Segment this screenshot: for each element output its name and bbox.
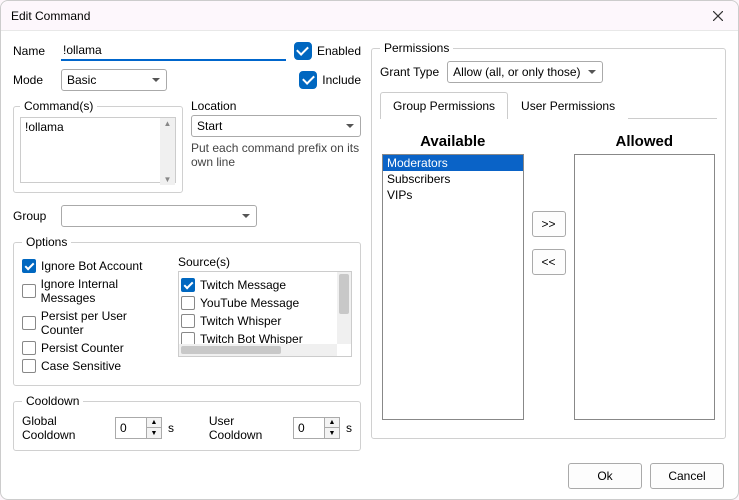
case-sensitive-checkbox[interactable] bbox=[22, 359, 36, 373]
ignore-internal-label: Ignore Internal Messages bbox=[41, 277, 172, 305]
persist-counter-label: Persist Counter bbox=[41, 341, 124, 355]
list-item[interactable]: Subscribers bbox=[383, 171, 523, 187]
persist-user-label: Persist per User Counter bbox=[41, 309, 172, 337]
name-input[interactable] bbox=[61, 41, 286, 61]
ignore-bot-checkbox[interactable] bbox=[22, 259, 36, 273]
source-twitch-msg-checkbox[interactable] bbox=[181, 278, 195, 292]
include-label: Include bbox=[322, 73, 361, 87]
spin-down-icon[interactable]: ▼ bbox=[147, 428, 161, 438]
sources-scrollbar-h[interactable] bbox=[179, 344, 337, 356]
persist-counter-checkbox[interactable] bbox=[22, 341, 36, 355]
available-list[interactable]: Moderators Subscribers VIPs bbox=[382, 154, 524, 420]
persist-user-checkbox[interactable] bbox=[22, 316, 36, 330]
tab-user-permissions[interactable]: User Permissions bbox=[508, 92, 628, 119]
user-cooldown-input[interactable]: ▲▼ bbox=[293, 417, 340, 439]
close-icon[interactable] bbox=[708, 6, 728, 26]
location-label: Location bbox=[191, 99, 361, 113]
allowed-list[interactable] bbox=[574, 154, 716, 420]
move-left-button[interactable]: << bbox=[532, 249, 566, 275]
spin-up-icon[interactable]: ▲ bbox=[325, 418, 339, 428]
spin-up-icon[interactable]: ▲ bbox=[147, 418, 161, 428]
group-select[interactable] bbox=[61, 205, 257, 227]
commands-legend: Command(s) bbox=[20, 99, 97, 113]
commands-scrollbar[interactable]: ▲▼ bbox=[160, 118, 175, 185]
list-item[interactable]: Moderators bbox=[383, 155, 523, 171]
grant-type-label: Grant Type bbox=[380, 65, 439, 79]
location-select[interactable]: Start bbox=[191, 115, 361, 137]
cooldown-legend: Cooldown bbox=[22, 394, 83, 408]
ok-button[interactable]: Ok bbox=[568, 463, 642, 489]
grant-type-select[interactable]: Allow (all, or only those) bbox=[447, 61, 603, 83]
commands-input[interactable] bbox=[20, 117, 176, 183]
case-sensitive-label: Case Sensitive bbox=[41, 359, 121, 373]
user-cooldown-label: User Cooldown bbox=[209, 414, 287, 442]
cancel-button[interactable]: Cancel bbox=[650, 463, 724, 489]
source-youtube-msg-checkbox[interactable] bbox=[181, 296, 195, 310]
global-cooldown-label: Global Cooldown bbox=[22, 414, 109, 442]
include-checkbox[interactable] bbox=[299, 71, 317, 89]
move-right-button[interactable]: >> bbox=[532, 211, 566, 237]
spin-down-icon[interactable]: ▼ bbox=[325, 428, 339, 438]
mode-select[interactable]: Basic bbox=[61, 69, 167, 91]
enabled-label: Enabled bbox=[317, 44, 361, 58]
permissions-legend: Permissions bbox=[380, 41, 453, 55]
name-label: Name bbox=[13, 44, 53, 58]
global-cooldown-input[interactable]: ▲▼ bbox=[115, 417, 162, 439]
list-item[interactable]: VIPs bbox=[383, 187, 523, 203]
tab-group-permissions[interactable]: Group Permissions bbox=[380, 92, 508, 119]
ignore-internal-checkbox[interactable] bbox=[22, 284, 36, 298]
location-hint: Put each command prefix on its own line bbox=[191, 141, 361, 170]
options-legend: Options bbox=[22, 235, 71, 249]
source-twitch-whisper-checkbox[interactable] bbox=[181, 314, 195, 328]
sources-list[interactable]: Twitch Message YouTube Message Twitch Wh… bbox=[178, 271, 352, 357]
enabled-checkbox[interactable] bbox=[294, 42, 312, 60]
group-label: Group bbox=[13, 209, 53, 223]
allowed-header: Allowed bbox=[574, 133, 716, 150]
sources-label: Source(s) bbox=[178, 255, 352, 269]
available-header: Available bbox=[382, 133, 524, 150]
ignore-bot-label: Ignore Bot Account bbox=[41, 259, 142, 273]
dialog-title: Edit Command bbox=[11, 9, 90, 23]
mode-label: Mode bbox=[13, 73, 53, 87]
sources-scrollbar-v[interactable] bbox=[337, 272, 351, 344]
